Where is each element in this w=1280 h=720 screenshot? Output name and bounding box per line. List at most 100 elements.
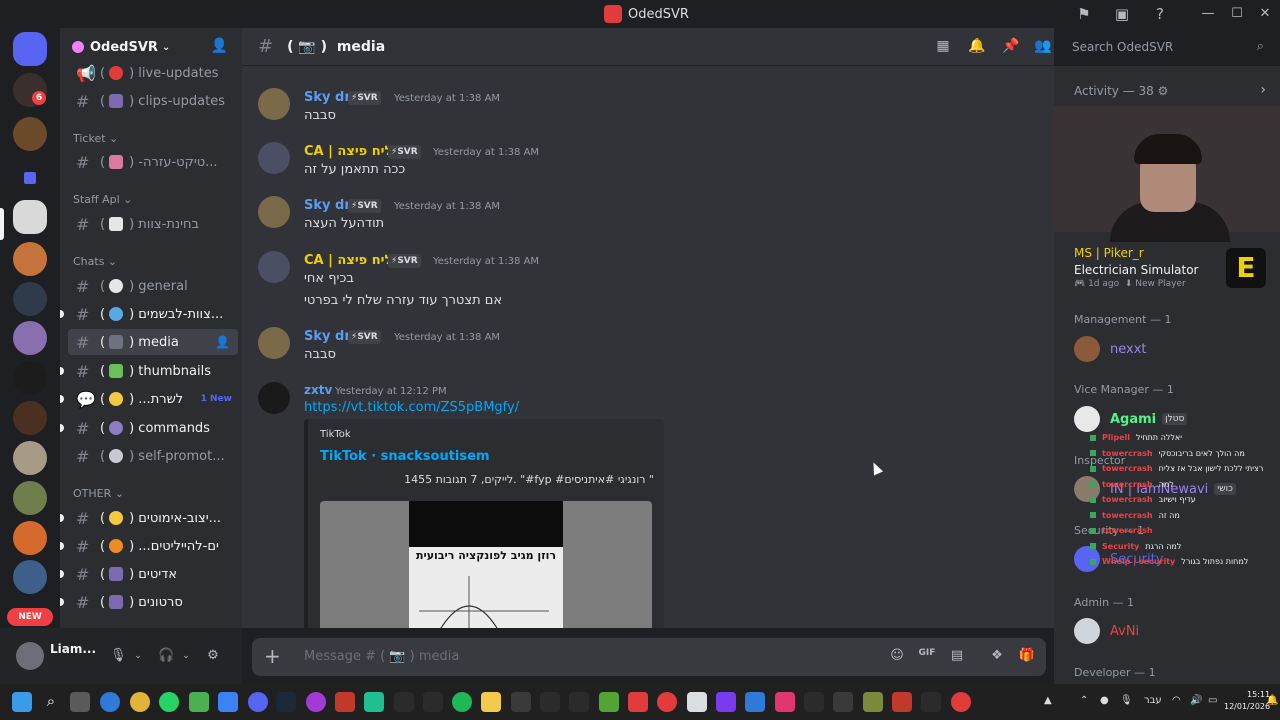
avatar[interactable]: [258, 251, 290, 283]
avatar[interactable]: [258, 88, 290, 120]
task-view-icon[interactable]: [70, 692, 90, 712]
volume-icon[interactable]: 🔊: [1190, 695, 1202, 706]
channel-thumbnails[interactable]: #() thumbnails: [68, 358, 238, 384]
whatsapp-icon[interactable]: [159, 692, 179, 712]
channel-ticket-help[interactable]: #() -טיקט-עזרה...: [68, 149, 238, 175]
emoji-icon[interactable]: ☺: [888, 648, 906, 666]
help-icon[interactable]: ?: [1150, 4, 1170, 24]
add-member-icon[interactable]: 👤: [215, 335, 230, 349]
channel-live-updates[interactable]: 📢() live-updates: [68, 60, 238, 86]
server-icon[interactable]: [13, 282, 47, 316]
avatar[interactable]: [16, 642, 44, 670]
member-item[interactable]: Agami סטלן: [1074, 406, 1188, 432]
epic-games-icon[interactable]: [804, 692, 824, 712]
app-icon[interactable]: [833, 692, 853, 712]
chevron-down-icon[interactable]: ⌄: [178, 648, 194, 664]
activity-user[interactable]: MS | Piker_r: [1074, 246, 1144, 260]
microphone-icon[interactable]: 🎙: [110, 648, 127, 664]
minecraft-icon[interactable]: [599, 692, 619, 712]
new-servers-badge[interactable]: NEW: [7, 608, 53, 626]
message-author[interactable]: zxtv: [304, 383, 332, 397]
folder-icon[interactable]: [13, 161, 47, 195]
app-icon[interactable]: [921, 692, 941, 712]
channel-highlights[interactable]: #() ...ים-להייליטים: [68, 533, 238, 559]
windows-start-icon[interactable]: [12, 692, 32, 712]
channel-staff-exam[interactable]: #() בחינת-צוות: [68, 211, 238, 237]
app-icon[interactable]: [716, 692, 736, 712]
flag-icon[interactable]: ⚑: [1074, 4, 1094, 24]
member-item[interactable]: AvNi: [1074, 618, 1139, 644]
invite-people-icon[interactable]: 👤: [211, 38, 228, 54]
category-ticket[interactable]: Ticket ⌄: [73, 132, 118, 145]
tray-chevron-up-icon[interactable]: ⌃: [1080, 695, 1088, 706]
category-other[interactable]: OTHER ⌄: [73, 487, 124, 500]
embed-title[interactable]: TikTok · snacksoutisem: [320, 449, 490, 464]
channel-perfumes[interactable]: #() צוות-לבשמים...: [68, 301, 238, 327]
battery-icon[interactable]: ▭: [1208, 695, 1217, 706]
avatar[interactable]: [258, 196, 290, 228]
gear-icon[interactable]: ⚙: [205, 648, 221, 664]
edge-icon[interactable]: [100, 692, 120, 712]
server-icon[interactable]: [13, 481, 47, 515]
app-icon[interactable]: [657, 692, 677, 712]
gift-icon[interactable]: 🎁: [1018, 648, 1036, 666]
discord-home-icon[interactable]: [13, 32, 47, 66]
message-link[interactable]: https://vt.tiktok.com/ZS5pBMgfy/: [304, 400, 519, 415]
channel-media[interactable]: #() media 👤: [68, 329, 238, 355]
member-list-icon[interactable]: 👥: [1034, 38, 1052, 56]
language-indicator[interactable]: עבר: [1144, 695, 1162, 706]
avatar[interactable]: [258, 142, 290, 174]
app-icon[interactable]: [306, 692, 326, 712]
inbox-icon[interactable]: ▣: [1112, 4, 1132, 24]
pin-icon[interactable]: 📌: [1002, 38, 1020, 56]
avatar[interactable]: [258, 382, 290, 414]
tray-app-icon[interactable]: ▲: [1044, 695, 1052, 706]
app-icon[interactable]: [628, 692, 648, 712]
close-button[interactable]: ✕: [1255, 4, 1275, 24]
xbox-icon[interactable]: [189, 692, 209, 712]
server-icon[interactable]: [13, 117, 47, 151]
channel-emoji-design[interactable]: #() יצוב-אימוטים...: [68, 505, 238, 531]
channel-clips-updates[interactable]: #() clips-updates: [68, 88, 238, 114]
threads-icon[interactable]: ▦: [934, 38, 952, 56]
copilot-icon[interactable]: [218, 692, 238, 712]
clock[interactable]: 15:11 12/01/2026: [1224, 689, 1270, 713]
message-composer[interactable]: + Message # ( 📷 ) media ☺ GIF ▤ ❖ 🎁: [252, 638, 1046, 676]
channel-edits[interactable]: #() אדיטים: [68, 561, 238, 587]
server-icon[interactable]: [13, 401, 47, 435]
stream-preview[interactable]: [1054, 106, 1280, 242]
channel-videos[interactable]: #() סרטונים: [68, 589, 238, 615]
user-name[interactable]: Liam...: [50, 642, 96, 656]
app-icon[interactable]: [540, 692, 560, 712]
channel-general[interactable]: #() general: [68, 273, 238, 299]
channel-ideas[interactable]: 💬() ...לשרת 1 New: [68, 386, 238, 412]
message-input[interactable]: Message # ( 📷 ) media: [304, 649, 459, 664]
server-icon[interactable]: [13, 242, 47, 276]
app-icon[interactable]: [364, 692, 384, 712]
avatar[interactable]: [258, 327, 290, 359]
spotify-icon[interactable]: [452, 692, 472, 712]
bell-icon[interactable]: 🔔: [968, 38, 986, 56]
app-icon[interactable]: [394, 692, 414, 712]
app-icon[interactable]: [951, 692, 971, 712]
channel-commands[interactable]: #() commands: [68, 415, 238, 441]
channel-self-promo[interactable]: #() self-promot...: [68, 443, 238, 469]
capcut-icon[interactable]: [569, 692, 589, 712]
maximize-button[interactable]: ☐: [1227, 4, 1247, 24]
notifications-icon[interactable]: 🔔: [1266, 695, 1278, 706]
app-icon[interactable]: [511, 692, 531, 712]
app-icon[interactable]: [892, 692, 912, 712]
file-explorer-icon[interactable]: [481, 692, 501, 712]
chevron-down-icon[interactable]: ⌄: [130, 648, 146, 664]
discord-icon[interactable]: [248, 692, 268, 712]
wifi-icon[interactable]: ◠: [1172, 695, 1181, 706]
sticker-icon[interactable]: ▤: [948, 648, 966, 666]
headphones-icon[interactable]: 🎧: [158, 648, 174, 664]
category-chats[interactable]: Chats ⌄: [73, 255, 117, 268]
category-staff[interactable]: Staff Apl ⌄: [73, 193, 132, 206]
member-item[interactable]: nexxt: [1074, 336, 1147, 362]
microphone-icon[interactable]: 🎙: [1120, 695, 1133, 706]
server-icon[interactable]: [13, 441, 47, 475]
server-icon[interactable]: [13, 560, 47, 594]
search-icon[interactable]: ⌕: [41, 692, 61, 712]
